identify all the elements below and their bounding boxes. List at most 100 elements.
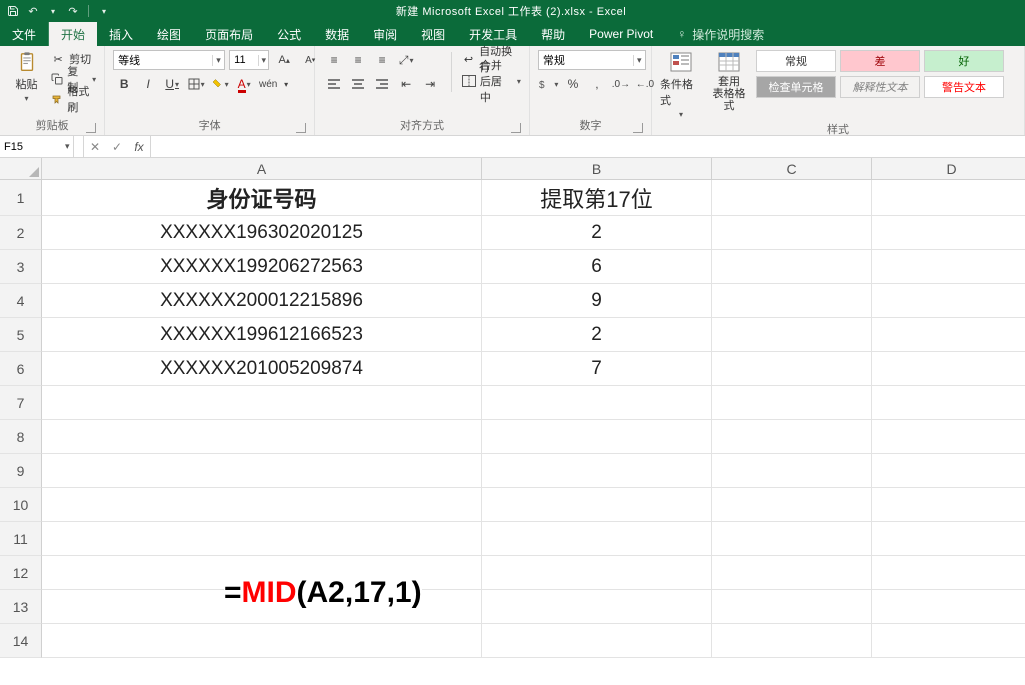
increase-indent-icon[interactable]: ⇥	[419, 74, 441, 94]
tab-power-pivot[interactable]: Power Pivot	[577, 22, 665, 46]
align-top-icon[interactable]: ≡	[323, 50, 345, 70]
row-header-6[interactable]: 6	[0, 352, 42, 386]
cell-C10[interactable]	[712, 488, 872, 522]
style-normal[interactable]: 常规	[756, 50, 836, 72]
formula-textbox[interactable]: =MID(A2,17,1)	[224, 576, 422, 610]
cell-C2[interactable]	[712, 216, 872, 250]
tab-draw[interactable]: 绘图	[145, 22, 193, 46]
clipboard-dialog-launcher[interactable]	[86, 123, 96, 133]
tab-page-layout[interactable]: 页面布局	[193, 22, 265, 46]
orientation-icon[interactable]: ⤢▾	[395, 50, 417, 70]
name-box[interactable]: ▾	[0, 136, 74, 157]
cell-C4[interactable]	[712, 284, 872, 318]
row-header-1[interactable]: 1	[0, 180, 42, 216]
chevron-down-icon[interactable]: ▾	[633, 55, 645, 66]
cell-C9[interactable]	[712, 454, 872, 488]
chevron-down-icon[interactable]: ▾	[61, 136, 73, 157]
format-as-table-button[interactable]: 套用 表格格式	[708, 50, 750, 112]
align-left-icon[interactable]	[323, 74, 345, 94]
row-header-10[interactable]: 10	[0, 488, 42, 522]
cell-A1[interactable]: 身份证号码	[42, 180, 482, 216]
row-header-14[interactable]: 14	[0, 624, 42, 658]
format-painter-button[interactable]: 格式刷	[51, 90, 96, 108]
cell-D6[interactable]	[872, 352, 1025, 386]
cell-A4[interactable]: XXXXXX200012215896	[42, 284, 482, 318]
style-explanatory[interactable]: 解释性文本	[840, 76, 920, 98]
font-name-input[interactable]	[114, 54, 212, 66]
percent-format-icon[interactable]: %	[562, 74, 584, 94]
cell-C1[interactable]	[712, 180, 872, 216]
row-header-2[interactable]: 2	[0, 216, 42, 250]
tab-insert[interactable]: 插入	[97, 22, 145, 46]
font-dialog-launcher[interactable]	[296, 123, 306, 133]
cancel-formula-icon[interactable]: ✕	[84, 140, 106, 154]
cell-A7[interactable]	[42, 386, 482, 420]
cell-C11[interactable]	[712, 522, 872, 556]
cell-A9[interactable]	[42, 454, 482, 488]
align-right-icon[interactable]	[371, 74, 393, 94]
cell-C5[interactable]	[712, 318, 872, 352]
conditional-formatting-button[interactable]: 条件格式 ▾	[660, 50, 702, 119]
cell-D4[interactable]	[872, 284, 1025, 318]
col-header-A[interactable]: A	[42, 158, 482, 180]
decrease-indent-icon[interactable]: ⇤	[395, 74, 417, 94]
cell-D5[interactable]	[872, 318, 1025, 352]
cell-D9[interactable]	[872, 454, 1025, 488]
style-bad[interactable]: 差	[840, 50, 920, 72]
cell-B10[interactable]	[482, 488, 712, 522]
tell-me[interactable]: ♀ 操作说明搜索	[665, 22, 776, 46]
cell-D11[interactable]	[872, 522, 1025, 556]
comma-format-icon[interactable]: ,	[586, 74, 608, 94]
cell-C14[interactable]	[712, 624, 872, 658]
fill-color-button[interactable]: ▾	[209, 74, 231, 94]
row-header-9[interactable]: 9	[0, 454, 42, 488]
accounting-format-icon[interactable]: $▾	[538, 74, 560, 94]
increase-font-icon[interactable]: A▴	[273, 50, 295, 70]
cell-D7[interactable]	[872, 386, 1025, 420]
row-header-3[interactable]: 3	[0, 250, 42, 284]
cell-styles-gallery[interactable]: 常规 差 好 检查单元格 解释性文本 警告文本	[756, 50, 1016, 98]
cell-A8[interactable]	[42, 420, 482, 454]
tab-data[interactable]: 数据	[313, 22, 361, 46]
cell-D10[interactable]	[872, 488, 1025, 522]
font-size-combo[interactable]: ▾	[229, 50, 269, 70]
alignment-dialog-launcher[interactable]	[511, 123, 521, 133]
number-format-combo[interactable]: ▾	[538, 50, 646, 70]
cell-C8[interactable]	[712, 420, 872, 454]
cell-B6[interactable]: 7	[482, 352, 712, 386]
cell-D12[interactable]	[872, 556, 1025, 590]
insert-function-icon[interactable]: fx	[128, 140, 150, 154]
col-header-D[interactable]: D	[872, 158, 1025, 180]
cell-A11[interactable]	[42, 522, 482, 556]
cell-B7[interactable]	[482, 386, 712, 420]
redo-icon[interactable]: ↷	[66, 4, 80, 18]
cell-B14[interactable]	[482, 624, 712, 658]
chevron-down-icon[interactable]: ▾	[212, 55, 224, 66]
col-header-C[interactable]: C	[712, 158, 872, 180]
row-header-11[interactable]: 11	[0, 522, 42, 556]
cell-A3[interactable]: XXXXXX199206272563	[42, 250, 482, 284]
cell-D3[interactable]	[872, 250, 1025, 284]
tab-review[interactable]: 审阅	[361, 22, 409, 46]
align-middle-icon[interactable]: ≡	[347, 50, 369, 70]
cell-B3[interactable]: 6	[482, 250, 712, 284]
cell-C6[interactable]	[712, 352, 872, 386]
row-header-4[interactable]: 4	[0, 284, 42, 318]
cell-A10[interactable]	[42, 488, 482, 522]
style-good[interactable]: 好	[924, 50, 1004, 72]
cell-A6[interactable]: XXXXXX201005209874	[42, 352, 482, 386]
tab-help[interactable]: 帮助	[529, 22, 577, 46]
cell-D8[interactable]	[872, 420, 1025, 454]
italic-button[interactable]: I	[137, 74, 159, 94]
row-header-12[interactable]: 12	[0, 556, 42, 590]
cell-A2[interactable]: XXXXXX196302020125	[42, 216, 482, 250]
cell-D14[interactable]	[872, 624, 1025, 658]
chevron-down-icon[interactable]: ▾	[258, 55, 268, 66]
cell-C13[interactable]	[712, 590, 872, 624]
increase-decimal-icon[interactable]: .0→	[610, 74, 632, 94]
merge-center-button[interactable]: 合并后居中▾	[462, 72, 521, 90]
select-all-corner[interactable]	[0, 158, 42, 180]
cell-B1[interactable]: 提取第17位	[482, 180, 712, 216]
row-header-13[interactable]: 13	[0, 590, 42, 624]
number-format-input[interactable]	[539, 54, 633, 66]
